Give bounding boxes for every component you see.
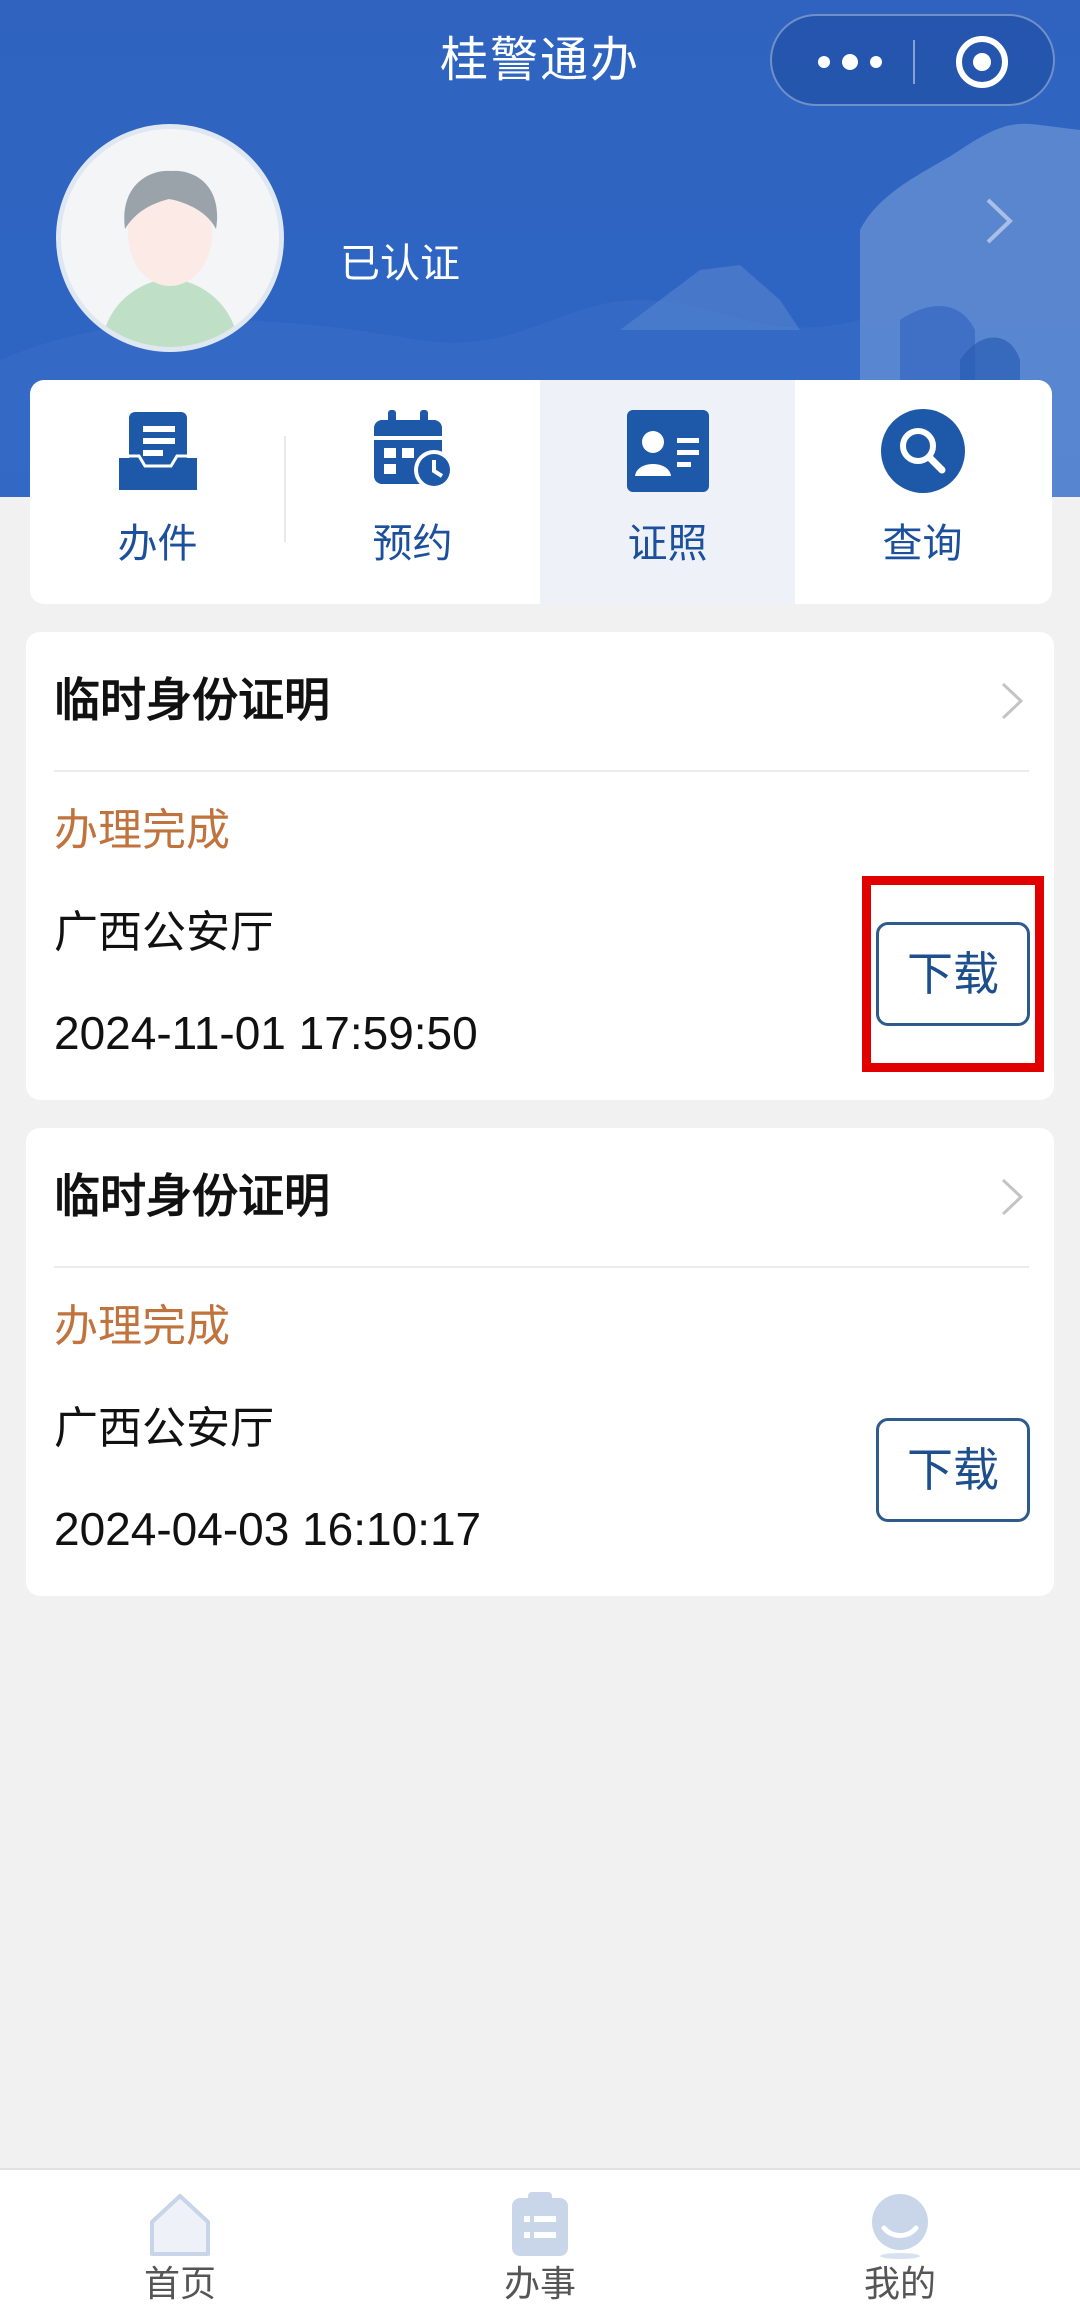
tab-services[interactable]: 办事 (360, 2170, 720, 2312)
issuing-organization: 广西公安厅 (54, 1403, 274, 1454)
download-button[interactable]: 下载 (876, 1418, 1030, 1522)
document-tray-icon (116, 412, 199, 490)
menu-label: 预约 (372, 521, 453, 567)
menu-item-appointment[interactable]: 预约 (285, 380, 540, 604)
menu-item-query[interactable]: 查询 (795, 380, 1050, 604)
issuing-organization: 广西公安厅 (54, 907, 274, 958)
chevron-right-icon[interactable] (982, 196, 1016, 246)
search-icon (880, 409, 965, 493)
profile-icon (872, 2194, 928, 2259)
tab-label: 首页 (143, 2264, 216, 2305)
avatar[interactable] (56, 124, 284, 352)
menu-label: 证照 (627, 521, 708, 567)
menu-item-cases[interactable]: 办件 (30, 380, 285, 604)
chevron-right-icon[interactable] (998, 1176, 1026, 1218)
default-avatar-icon (61, 129, 279, 347)
mini-program-capsule (770, 14, 1055, 106)
menu-label: 查询 (882, 521, 963, 567)
bottom-tab-bar: 首页 办事 我的 (0, 2168, 1080, 2312)
close-miniprogram-icon[interactable] (954, 34, 1010, 90)
tab-label: 我的 (863, 2264, 936, 2305)
record-card[interactable]: 临时身份证明 办理完成 广西公安厅 2024-04-03 16:10:17 下载 (26, 1128, 1054, 1596)
divider (54, 1266, 1029, 1268)
record-title: 临时身份证明 (54, 673, 330, 727)
record-timestamp: 2024-04-03 16:10:17 (54, 1503, 482, 1555)
capsule-divider (913, 40, 915, 84)
home-icon (150, 2194, 210, 2256)
annotation-highlight (862, 876, 1044, 1072)
calendar-clock-icon (373, 410, 454, 490)
chevron-right-icon[interactable] (998, 680, 1026, 722)
status-badge: 办理完成 (54, 805, 230, 856)
more-icon[interactable] (810, 38, 890, 86)
status-badge: 办理完成 (54, 1301, 230, 1352)
clipboard-icon (512, 2192, 568, 2256)
menu-item-licenses[interactable]: 证照 (540, 380, 795, 604)
menu-label: 办件 (117, 521, 198, 567)
tab-label: 办事 (503, 2264, 576, 2305)
quick-menu: 办件 预约 证照 查询 (30, 380, 1052, 604)
divider (54, 770, 1029, 772)
verified-status: 已认证 (340, 241, 460, 287)
record-title: 临时身份证明 (54, 1169, 330, 1223)
record-timestamp: 2024-11-01 17:59:50 (54, 1007, 478, 1059)
id-card-icon (626, 410, 709, 492)
tab-profile[interactable]: 我的 (720, 2170, 1080, 2312)
tab-home[interactable]: 首页 (0, 2170, 360, 2312)
